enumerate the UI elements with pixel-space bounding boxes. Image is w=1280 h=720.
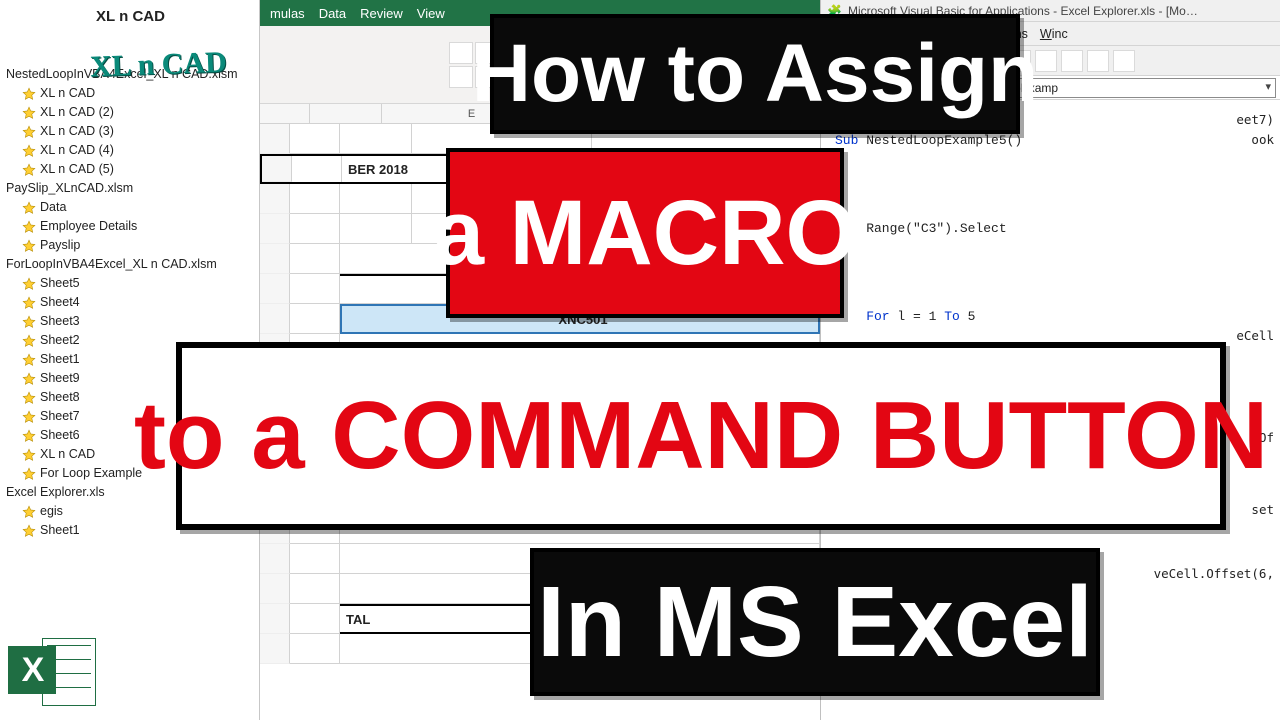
tree-file[interactable]: NestedLoopInVBA4Excel_XL n CAD.xlsm xyxy=(6,65,255,84)
proj-snip-sheet7: eet7) xyxy=(1236,112,1274,127)
excel-logo-icon: X xyxy=(8,632,96,714)
star-icon xyxy=(22,163,36,177)
tree-item-label: Sheet5 xyxy=(40,274,80,293)
title-line-4: In MS Excel xyxy=(530,548,1100,696)
proj-snip-book: ook xyxy=(1251,132,1274,147)
tb-reset-button[interactable] xyxy=(1087,50,1109,72)
tree-item-label: Sheet6 xyxy=(40,426,80,445)
tree-item-label: egis xyxy=(40,502,63,521)
tree-item-label: Excel Explorer.xls xyxy=(6,483,105,502)
tree-item-label: PaySlip_XLnCAD.xlsm xyxy=(6,179,133,198)
tree-sheet[interactable]: XL n CAD (2) xyxy=(6,103,255,122)
tree-file[interactable]: ForLoopInVBA4Excel_XL n CAD.xlsm xyxy=(6,255,255,274)
tb-design-button[interactable] xyxy=(1113,50,1135,72)
ribbon-tab-review[interactable]: Review xyxy=(360,6,403,21)
tree-item-label: Sheet8 xyxy=(40,388,80,407)
star-icon xyxy=(22,296,36,310)
star-icon xyxy=(22,410,36,424)
star-icon xyxy=(22,334,36,348)
vbe-menu-window[interactable]: Winc xyxy=(1040,27,1068,41)
tree-sheet[interactable]: Payslip xyxy=(6,236,255,255)
star-icon xyxy=(22,220,36,234)
star-icon xyxy=(22,87,36,101)
tree-item-label: Sheet2 xyxy=(40,331,80,350)
title-line-3: to a COMMAND BUTTON xyxy=(176,342,1226,530)
star-icon xyxy=(22,277,36,291)
star-icon xyxy=(22,372,36,386)
star-icon xyxy=(22,353,36,367)
tree-item-label: For Loop Example xyxy=(40,464,142,483)
tree-item-label: Sheet1 xyxy=(40,350,80,369)
tree-item-label: Sheet7 xyxy=(40,407,80,426)
tree-sheet[interactable]: XL n CAD (5) xyxy=(6,160,255,179)
tree-item-label: Payslip xyxy=(40,236,80,255)
tree-item-label: XL n CAD xyxy=(40,445,95,464)
tree-item-label: ForLoopInVBA4Excel_XL n CAD.xlsm xyxy=(6,255,217,274)
code-snip-set: set xyxy=(1251,502,1274,517)
star-icon xyxy=(22,315,36,329)
tree-item-label: XL n CAD xyxy=(40,84,95,103)
tree-sheet[interactable]: Sheet3 xyxy=(6,312,255,331)
code-line-1: NestedLoopExample5() xyxy=(858,133,1022,148)
align-top-left-button[interactable] xyxy=(449,42,473,64)
star-icon xyxy=(22,429,36,443)
tree-item-label: Sheet3 xyxy=(40,312,80,331)
ribbon-tab-data[interactable]: Data xyxy=(319,6,346,21)
title-line-1: How to Assign xyxy=(490,14,1020,134)
code-line-2: Range("C3").Select xyxy=(827,218,1274,240)
star-icon xyxy=(22,125,36,139)
tree-sheet[interactable]: Data xyxy=(6,198,255,217)
tree-file[interactable]: PaySlip_XLnCAD.xlsm xyxy=(6,179,255,198)
tree-sheet[interactable]: Employee Details xyxy=(6,217,255,236)
tb-run-button[interactable] xyxy=(1035,50,1057,72)
star-icon xyxy=(22,448,36,462)
tree-item-label: XL n CAD (3) xyxy=(40,122,114,141)
tree-sheet[interactable]: Sheet4 xyxy=(6,293,255,312)
star-icon xyxy=(22,144,36,158)
tree-item-label: XL n CAD (5) xyxy=(40,160,114,179)
star-icon xyxy=(22,524,36,538)
tree-sheet[interactable]: XL n CAD (4) xyxy=(6,141,255,160)
tree-item-label: Employee Details xyxy=(40,217,137,236)
tree-item-label: Sheet4 xyxy=(40,293,80,312)
tb-break-button[interactable] xyxy=(1061,50,1083,72)
star-icon xyxy=(22,467,36,481)
col-header[interactable] xyxy=(310,104,382,123)
star-icon xyxy=(22,106,36,120)
tree-item-label: XL n CAD (4) xyxy=(40,141,114,160)
ribbon-tab-formulas[interactable]: mulas xyxy=(270,6,305,21)
align-left-button[interactable] xyxy=(449,66,473,88)
star-icon xyxy=(22,391,36,405)
code-line-1-kw: Sub xyxy=(835,133,858,148)
star-icon xyxy=(22,239,36,253)
tree-item-label: Sheet1 xyxy=(40,521,80,540)
explorer-title: XL n CAD xyxy=(6,6,255,31)
tree-item-label: Data xyxy=(40,198,66,217)
tree-item-label: XL n CAD (2) xyxy=(40,103,114,122)
tree-sheet[interactable]: Sheet5 xyxy=(6,274,255,293)
title-line-2: a MACRO xyxy=(446,148,844,318)
tree-item-label: Sheet9 xyxy=(40,369,80,388)
tree-item-label: NestedLoopInVBA4Excel_XL n CAD.xlsm xyxy=(6,65,238,84)
tree-sheet[interactable]: XL n CAD xyxy=(6,84,255,103)
star-icon xyxy=(22,201,36,215)
tree-sheet[interactable]: XL n CAD (3) xyxy=(6,122,255,141)
ribbon-tab-view[interactable]: View xyxy=(417,6,445,21)
code-snip-cell1: eCell xyxy=(1236,328,1274,343)
col-header[interactable] xyxy=(260,104,310,123)
code-snip-offset: veCell.Offset(6, xyxy=(1154,566,1274,581)
star-icon xyxy=(22,505,36,519)
